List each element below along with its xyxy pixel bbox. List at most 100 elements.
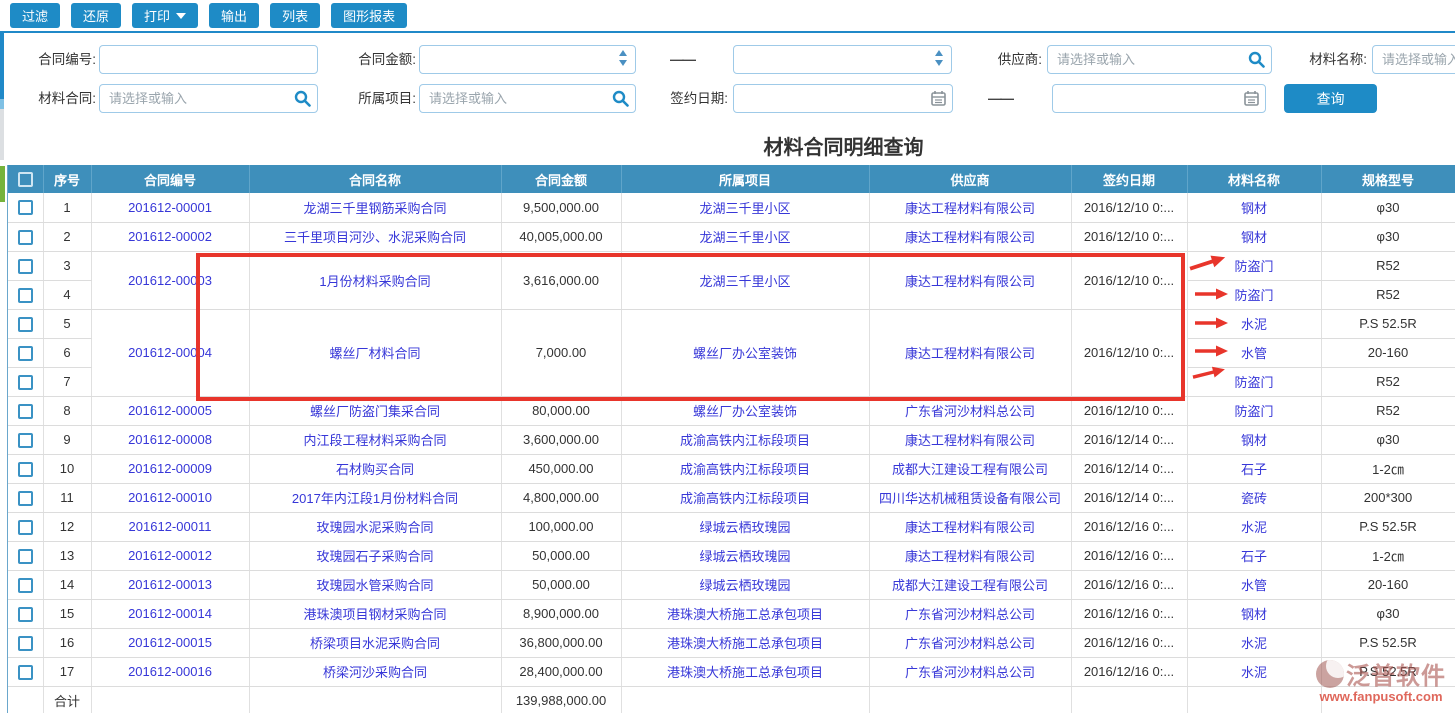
material-name-input[interactable] [1372,45,1455,74]
project-input[interactable] [419,84,636,113]
project-link[interactable]: 成渝高铁内江标段项目 [680,462,810,477]
search-icon[interactable] [612,90,629,112]
supplier-link[interactable]: 康达工程材料有限公司 [905,346,1035,361]
amount-min-stepper[interactable] [619,50,627,66]
supplier-link[interactable]: 康达工程材料有限公司 [905,549,1035,564]
row-checkbox[interactable] [18,607,33,622]
sign-date-start-input[interactable] [733,84,953,113]
project-link[interactable]: 港珠澳大桥施工总承包项目 [667,607,823,622]
material-link[interactable]: 石子 [1241,549,1267,564]
contract-no-link[interactable]: 201612-00014 [128,606,212,621]
contract-no-link[interactable]: 201612-00008 [128,432,212,447]
contract-name-link[interactable]: 螺丝厂防盗门集采合同 [310,404,440,419]
project-link[interactable]: 成渝高铁内江标段项目 [680,433,810,448]
row-checkbox[interactable] [18,491,33,506]
material-link[interactable]: 水泥 [1241,665,1267,680]
calendar-icon[interactable] [1244,90,1259,111]
contract-no-link[interactable]: 201612-00001 [128,200,212,215]
supplier-link[interactable]: 康达工程材料有限公司 [905,201,1035,216]
supplier-link[interactable]: 广东省河沙材料总公司 [905,607,1035,622]
filter-button[interactable]: 过滤 [10,3,60,28]
contract-no-link[interactable]: 201612-00010 [128,490,212,505]
material-link[interactable]: 水泥 [1241,520,1267,535]
search-icon[interactable] [294,90,311,112]
contract-name-link[interactable]: 三千里项目河沙、水泥采购合同 [284,230,466,245]
contract-name-link[interactable]: 龙湖三千里钢筋采购合同 [303,201,446,216]
contract-name-link[interactable]: 桥梁项目水泥采购合同 [310,636,440,651]
row-checkbox[interactable] [18,317,33,332]
material-link[interactable]: 石子 [1241,462,1267,477]
restore-button[interactable]: 还原 [71,3,121,28]
contract-no-link[interactable]: 201612-00003 [128,273,212,288]
supplier-link[interactable]: 成都大江建设工程有限公司 [892,462,1048,477]
contract-no-input[interactable] [99,45,318,74]
row-checkbox[interactable] [18,200,33,215]
material-link[interactable]: 瓷砖 [1241,491,1267,506]
contract-name-link[interactable]: 玫瑰园石子采购合同 [316,549,433,564]
row-checkbox[interactable] [18,230,33,245]
graph-report-button[interactable]: 图形报表 [331,3,407,28]
material-contract-input[interactable] [99,84,318,113]
row-checkbox[interactable] [18,346,33,361]
material-link[interactable]: 钢材 [1241,433,1267,448]
supplier-link[interactable]: 广东省河沙材料总公司 [905,665,1035,680]
supplier-link[interactable]: 康达工程材料有限公司 [905,433,1035,448]
row-checkbox[interactable] [18,288,33,303]
left-edge-tab-green[interactable] [0,166,5,202]
row-checkbox[interactable] [18,433,33,448]
project-link[interactable]: 龙湖三千里小区 [699,274,790,289]
supplier-link[interactable]: 康达工程材料有限公司 [905,230,1035,245]
amount-max-input[interactable] [733,45,952,74]
project-link[interactable]: 港珠澳大桥施工总承包项目 [667,636,823,651]
project-link[interactable]: 绿城云栖玫瑰园 [699,578,790,593]
contract-name-link[interactable]: 2017年内江段1月份材料合同 [292,491,458,506]
row-checkbox[interactable] [18,259,33,274]
contract-no-link[interactable]: 201612-00004 [128,345,212,360]
supplier-link[interactable]: 康达工程材料有限公司 [905,520,1035,535]
search-icon[interactable] [1248,51,1265,73]
supplier-link[interactable]: 广东省河沙材料总公司 [905,404,1035,419]
project-link[interactable]: 螺丝厂办公室装饰 [693,404,797,419]
contract-no-link[interactable]: 201612-00002 [128,229,212,244]
amount-max-stepper[interactable] [935,50,943,66]
material-link[interactable]: 水泥 [1241,636,1267,651]
supplier-link[interactable]: 成都大江建设工程有限公司 [892,578,1048,593]
material-link[interactable]: 水管 [1241,346,1267,361]
contract-name-link[interactable]: 内江段工程材料采购合同 [303,433,446,448]
row-checkbox[interactable] [18,578,33,593]
supplier-link[interactable]: 康达工程材料有限公司 [905,274,1035,289]
material-link[interactable]: 钢材 [1241,201,1267,216]
row-checkbox[interactable] [18,462,33,477]
contract-no-link[interactable]: 201612-00015 [128,635,212,650]
supplier-input[interactable] [1047,45,1272,74]
sign-date-end-input[interactable] [1052,84,1266,113]
material-link[interactable]: 水管 [1241,578,1267,593]
contract-name-link[interactable]: 玫瑰园水泥采购合同 [316,520,433,535]
contract-name-link[interactable]: 石材购买合同 [336,462,414,477]
calendar-icon[interactable] [931,90,946,111]
project-link[interactable]: 螺丝厂办公室装饰 [693,346,797,361]
material-link[interactable]: 防盗门 [1234,288,1273,303]
project-link[interactable]: 成渝高铁内江标段项目 [680,491,810,506]
contract-no-link[interactable]: 201612-00016 [128,664,212,679]
amount-min-input[interactable] [419,45,636,74]
contract-no-link[interactable]: 201612-00009 [128,461,212,476]
project-link[interactable]: 港珠澳大桥施工总承包项目 [667,665,823,680]
query-button[interactable]: 查询 [1284,84,1377,113]
contract-name-link[interactable]: 螺丝厂材料合同 [329,346,420,361]
material-link[interactable]: 防盗门 [1234,375,1273,390]
export-button[interactable]: 输出 [209,3,259,28]
row-checkbox[interactable] [18,404,33,419]
contract-no-link[interactable]: 201612-00011 [129,519,212,534]
material-link[interactable]: 防盗门 [1234,259,1273,274]
print-button[interactable]: 打印 [132,3,198,28]
row-checkbox[interactable] [18,549,33,564]
supplier-link[interactable]: 广东省河沙材料总公司 [905,636,1035,651]
contract-name-link[interactable]: 1月份材料采购合同 [319,274,430,289]
contract-no-link[interactable]: 201612-00013 [128,577,212,592]
row-checkbox[interactable] [18,520,33,535]
material-link[interactable]: 钢材 [1241,230,1267,245]
row-checkbox[interactable] [18,665,33,680]
contract-no-link[interactable]: 201612-00005 [128,403,212,418]
contract-no-link[interactable]: 201612-00012 [128,548,212,563]
